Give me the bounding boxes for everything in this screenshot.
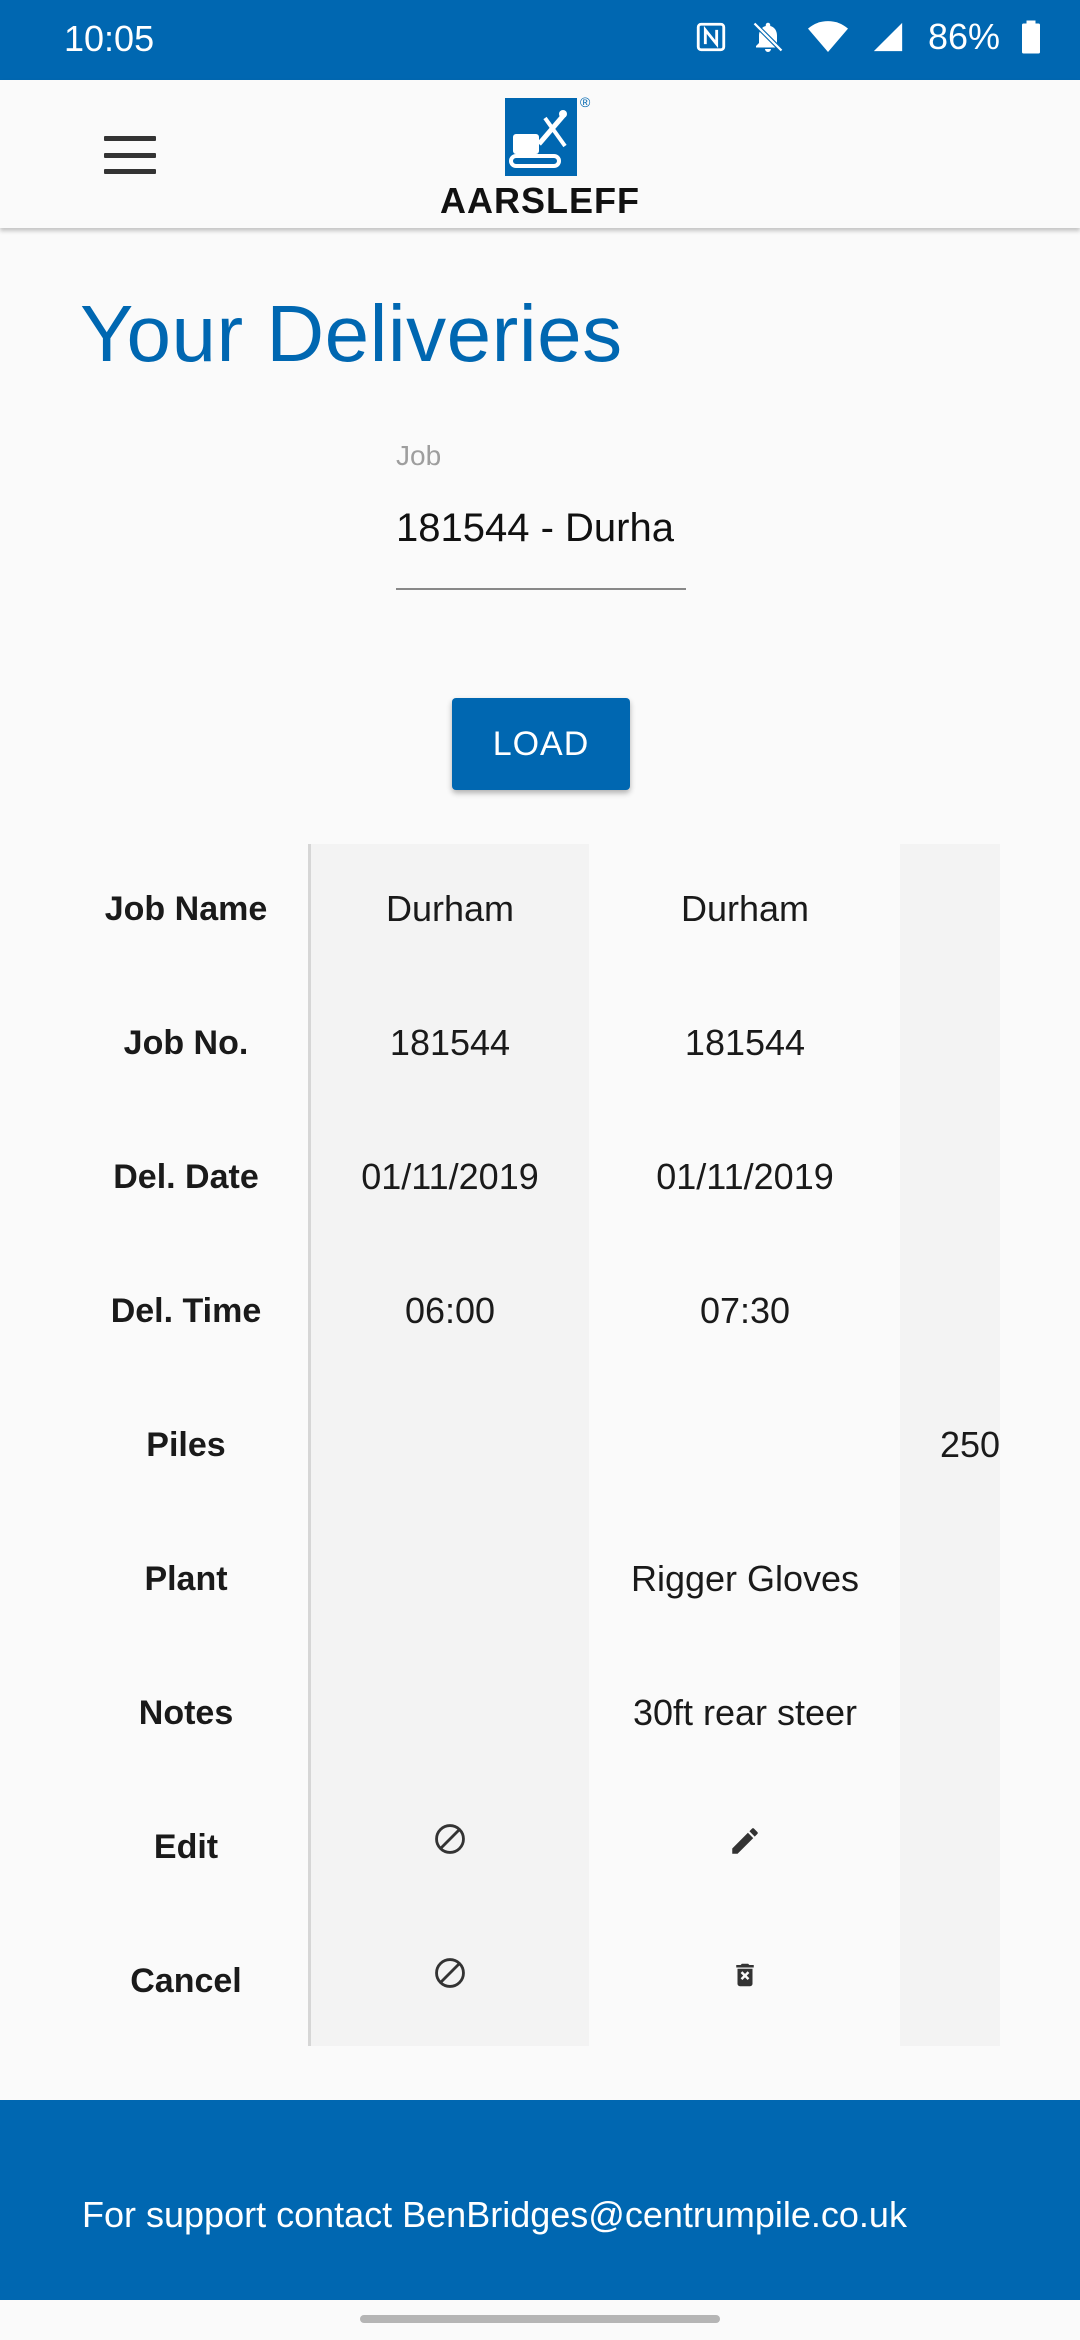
gesture-nav-handle[interactable] bbox=[360, 2315, 720, 2323]
aarsleff-logo: ® AARSLEFF bbox=[430, 94, 650, 221]
job-value[interactable]: 181544 - Durha bbox=[396, 506, 686, 560]
deliveries-table: Job Name Job No. Del. Date Del. Time Pil… bbox=[0, 844, 1080, 2046]
row-label-notes: Notes bbox=[138, 1694, 234, 1732]
delete-icon[interactable] bbox=[590, 1958, 900, 1992]
registered-mark: ® bbox=[580, 94, 591, 110]
cell-piles: 250 bbox=[940, 1424, 1001, 1465]
cell-del-time: 06:00 bbox=[404, 1290, 496, 1331]
signal-icon bbox=[870, 20, 906, 54]
cell-job-no: 181544 bbox=[389, 1022, 511, 1063]
cell-job-name: Durham bbox=[680, 888, 810, 929]
cell-job-no: 181544 bbox=[684, 1022, 806, 1063]
wifi-icon bbox=[807, 20, 848, 54]
job-underline bbox=[396, 588, 686, 590]
cell-del-date: 01/11/2019 bbox=[361, 1156, 539, 1197]
pencil-icon[interactable] bbox=[590, 1824, 900, 1858]
status-time: 10:05 bbox=[64, 18, 155, 59]
bell-off-icon bbox=[750, 19, 786, 55]
nfc-icon bbox=[694, 20, 728, 54]
block-icon bbox=[311, 1822, 589, 1856]
logo-text: AARSLEFF bbox=[440, 180, 640, 221]
row-label-plant: Plant bbox=[144, 1560, 228, 1598]
job-label: Job bbox=[396, 440, 442, 471]
status-icons: 86% bbox=[694, 16, 1040, 58]
status-bar: 10:05 86% bbox=[0, 0, 1080, 80]
support-text: For support contact BenBridges@centrumpi… bbox=[82, 2194, 907, 2235]
load-button[interactable]: LOAD bbox=[452, 698, 630, 790]
app-bar: ® AARSLEFF bbox=[0, 80, 1080, 228]
menu-icon[interactable] bbox=[104, 136, 156, 174]
cell-del-date: 01/11/2019 bbox=[656, 1156, 834, 1197]
page-title: Your Deliveries bbox=[80, 289, 623, 378]
cell-plant: Rigger Gloves bbox=[630, 1558, 860, 1599]
row-label-piles: Piles bbox=[146, 1426, 226, 1464]
cell-notes: 30ft rear steer bbox=[632, 1692, 858, 1733]
footer: For support contact BenBridges@centrumpi… bbox=[0, 2100, 1080, 2300]
cell-job-name: Durham bbox=[385, 888, 515, 929]
cell-del-time: 07:30 bbox=[699, 1290, 791, 1331]
logo-mark bbox=[505, 98, 577, 176]
block-icon bbox=[311, 1956, 589, 1990]
battery-percent: 86% bbox=[927, 16, 1000, 57]
job-select[interactable]: Job 181544 - Durha bbox=[396, 440, 686, 590]
battery-icon bbox=[1022, 20, 1040, 54]
